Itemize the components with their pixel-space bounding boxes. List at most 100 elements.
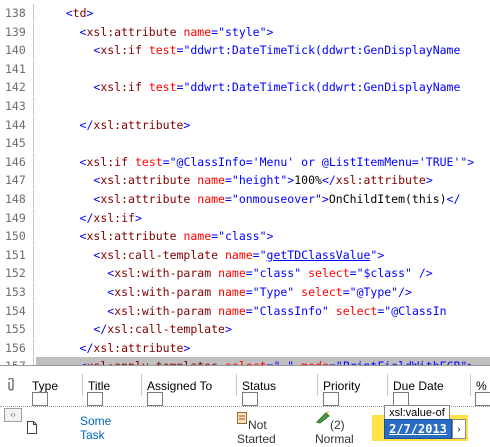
gutter-divider — [33, 190, 34, 208]
code-token: ="height"> — [224, 173, 295, 188]
code-text: <xsl:with-param name="class" select="$cl… — [38, 264, 433, 282]
code-line[interactable]: 150 <xsl:attribute name="class"> — [0, 227, 490, 246]
gutter-divider — [33, 134, 34, 153]
code-line[interactable]: 149 </xsl:if> — [0, 208, 490, 227]
code-token: < — [65, 6, 73, 20]
code-line[interactable]: 138 <td> — [0, 4, 490, 22]
code-token: xsl:if — [86, 154, 129, 169]
code-line[interactable]: 153 <xsl:with-param name="Type" select="… — [0, 283, 490, 301]
gutter-divider — [33, 171, 34, 190]
gutter-divider — [33, 264, 34, 283]
column-separator — [470, 374, 471, 396]
column-header-title[interactable]: Title — [84, 366, 142, 393]
due-date-value: 2/7/2013 — [389, 422, 447, 436]
column-label: Due Date — [393, 379, 444, 393]
code-token: /> — [411, 266, 433, 281]
code-token: ="Type" — [245, 285, 295, 299]
code-token: ="class" — [245, 266, 302, 281]
filter-box-assigned-to[interactable] — [147, 392, 163, 406]
due-date-field[interactable]: 2/7/2013 — [384, 419, 452, 439]
filter-box-title[interactable] — [87, 392, 103, 406]
code-text: <xsl:attribute name="class"> — [38, 227, 274, 245]
code-token: =" — [252, 247, 267, 262]
code-token: name — [197, 192, 225, 206]
column-header-priority[interactable]: Priority — [319, 366, 389, 393]
code-line[interactable]: 143 — [0, 97, 490, 115]
code-line[interactable]: 141 — [0, 59, 490, 78]
code-token: ="class"> — [211, 229, 274, 244]
code-token: xsl:if — [93, 210, 135, 225]
line-number: 146 — [5, 154, 26, 169]
column-header-assigned-to[interactable]: Assigned To — [143, 366, 239, 393]
code-token: ="$class" — [349, 266, 412, 281]
code-line[interactable]: 142 <xsl:if test="ddwrt:DateTimeTick(ddw… — [0, 78, 490, 97]
code-token: ="@ClassIn — [377, 303, 447, 318]
code-line[interactable]: 157 <xsl:apply-templates select="." mode… — [0, 357, 490, 365]
code-text: <xsl:apply-templates select="." mode="Pr… — [38, 357, 475, 365]
line-number: 150 — [5, 229, 26, 244]
code-token: select — [308, 266, 350, 281]
code-line[interactable]: 152 <xsl:with-param name="class" select=… — [0, 264, 490, 283]
column-label: Status — [242, 379, 277, 393]
code-line[interactable]: 151 <xsl:call-template name="getTDClassV… — [0, 245, 490, 264]
filter-box-due-date[interactable] — [393, 392, 409, 406]
code-line[interactable]: 140 <xsl:if test="ddwrt:DateTimeTick(ddw… — [0, 41, 490, 60]
status-text: Not Started — [237, 418, 276, 446]
filter-box-percent[interactable] — [475, 392, 490, 406]
column-header-due-date[interactable]: Due Date — [389, 366, 471, 393]
column-header-type[interactable]: Type — [28, 366, 84, 393]
column-label: % — [476, 379, 487, 393]
code-token: </ — [79, 210, 94, 225]
code-token: name — [218, 285, 246, 299]
code-line[interactable]: 147 <xsl:attribute name="height">100%</x… — [0, 171, 490, 190]
line-number: 155 — [5, 322, 26, 337]
code-token: > — [134, 210, 142, 225]
column-label: Assigned To — [147, 379, 213, 393]
filter-box-type[interactable] — [32, 392, 48, 406]
filter-box-status[interactable] — [242, 392, 258, 406]
column-header-status[interactable]: Status — [238, 366, 318, 393]
code-token: xsl:attribute — [93, 117, 184, 132]
code-token: name — [197, 173, 225, 188]
line-number: 151 — [5, 247, 26, 262]
code-line[interactable]: 155 </xsl:call-template> — [0, 320, 490, 339]
line-number: 138 — [5, 6, 26, 20]
code-token: "> — [370, 247, 385, 262]
line-number: 147 — [5, 173, 26, 188]
code-line[interactable]: 146 <xsl:if test="@ClassInfo='Menu' or @… — [0, 152, 490, 171]
code-token: ="@Type"/> — [342, 285, 412, 299]
code-line[interactable]: 139 <xsl:attribute name="style"> — [0, 22, 490, 41]
column-separator — [236, 374, 237, 396]
chevron-right-icon[interactable]: › — [452, 419, 466, 439]
code-token: xsl:attribute — [86, 229, 177, 244]
gutter-divider — [33, 227, 34, 246]
row-marker: ‹› — [4, 408, 22, 422]
code-line[interactable]: 144 </xsl:attribute> — [0, 115, 490, 134]
line-number: 145 — [5, 136, 26, 151]
gutter-divider — [33, 4, 34, 22]
gutter-divider — [33, 22, 34, 41]
gutter-divider — [33, 41, 34, 60]
code-token: xsl:attribute — [100, 173, 191, 188]
line-number: 148 — [5, 192, 26, 206]
column-label: Type — [32, 379, 59, 393]
code-text: <xsl:with-param name="ClassInfo" select=… — [38, 302, 447, 320]
code-line[interactable]: 154 <xsl:with-param name="ClassInfo" sel… — [0, 301, 490, 320]
column-header-percent[interactable]: % — [472, 366, 490, 393]
code-editor[interactable]: 138 <td> 139 <xsl:attribute name="style">… — [0, 0, 490, 365]
filter-box-priority[interactable] — [323, 392, 339, 406]
code-line[interactable]: 148 <xsl:attribute name="onmouseover">On… — [0, 190, 490, 208]
gutter-divider — [33, 320, 34, 339]
code-line[interactable]: 156 </xsl:attribute> — [0, 338, 490, 357]
task-title-link[interactable]: Some Task — [80, 414, 135, 442]
line-number: 141 — [5, 61, 26, 76]
code-line[interactable]: 145 — [0, 134, 490, 153]
gutter-divider — [33, 115, 34, 134]
